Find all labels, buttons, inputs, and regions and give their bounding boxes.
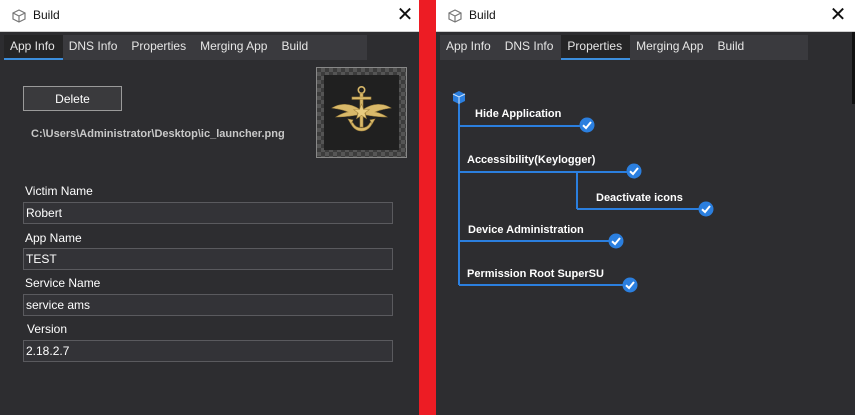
property-accessibility-keylogger[interactable]: Accessibility(Keylogger) [467, 154, 595, 166]
tab-merging-app[interactable]: Merging App [194, 35, 275, 60]
tree-connectors [458, 104, 700, 286]
service-name-input[interactable] [23, 294, 393, 316]
build-window-properties: Build ✕ App Info DNS Info Properties Mer… [436, 0, 855, 415]
checkmark-circle-icon[interactable] [608, 233, 624, 254]
close-icon: ✕ [396, 4, 414, 26]
tab-app-info[interactable]: App Info [4, 35, 63, 60]
tab-bar: App Info DNS Info Properties Merging App… [4, 35, 367, 60]
app-name-input[interactable] [23, 248, 393, 270]
checkmark-circle-icon[interactable] [626, 163, 642, 184]
checkmark-circle-icon[interactable] [698, 201, 714, 222]
tab-build[interactable]: Build [275, 35, 316, 60]
checkmark-circle-icon[interactable] [579, 117, 595, 138]
property-deactivate-icons[interactable]: Deactivate icons [596, 192, 683, 204]
tab-properties[interactable]: Properties [125, 35, 194, 60]
version-input[interactable] [23, 340, 393, 362]
app-icon-background [324, 75, 399, 150]
service-name-label: Service Name [25, 276, 101, 290]
property-device-administration[interactable]: Device Administration [468, 224, 584, 236]
app-name-label: App Name [25, 231, 82, 245]
window-title: Build [33, 8, 60, 22]
property-hide-application[interactable]: Hide Application [475, 108, 561, 120]
cube-outline-icon [12, 9, 26, 28]
checkmark-circle-icon[interactable] [622, 277, 638, 298]
navy-anchor-emblem-icon [331, 86, 392, 132]
build-window-app-info: Build ✕ App Info DNS Info Properties Mer… [0, 0, 419, 415]
version-label: Version [27, 322, 68, 336]
icon-file-path: C:\Users\Administrator\Desktop\ic_launch… [31, 128, 285, 140]
delete-button[interactable]: Delete [23, 86, 122, 111]
app-icon-preview[interactable] [316, 67, 407, 158]
tab-dns-info[interactable]: DNS Info [63, 35, 126, 60]
victim-name-label: Victim Name [25, 184, 93, 198]
victim-name-input[interactable] [23, 202, 393, 224]
close-button[interactable]: ✕ [391, 2, 419, 28]
title-bar[interactable]: Build ✕ [0, 0, 419, 32]
cube-icon [452, 90, 466, 110]
property-permission-root-supersu[interactable]: Permission Root SuperSU [467, 268, 604, 280]
